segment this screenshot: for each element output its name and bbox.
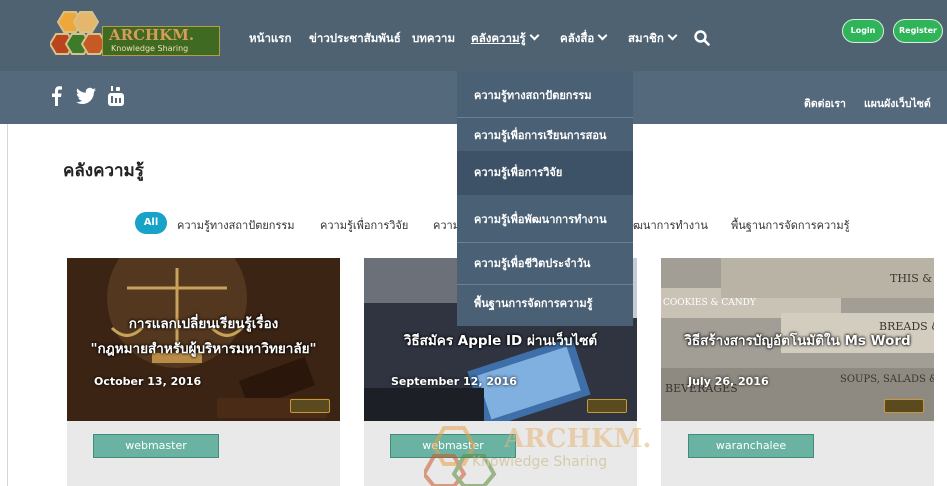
author-tag[interactable]: webmaster [93,434,219,458]
article-card[interactable]: การแลกเปลี่ยนเรียนรู้เรื่อง "กฎหมายสำหรั… [67,258,340,421]
card-date: October 13, 2016 [94,375,202,388]
contact-link[interactable]: ติดต่อเรา [804,95,846,112]
article-card[interactable]: THIS & T COOKIES & CANDY BREADS & BEVERA… [661,258,934,421]
chevron-down-icon [529,30,540,41]
archkm-watermark: ARCHKM. Knowledge Sharing [424,418,651,486]
nav-news[interactable]: ข่าวประชาสัมพันธ์ [309,30,401,48]
dropdown-item-architecture[interactable]: ความรู้ทางสถาปัตยกรรม [457,75,633,117]
logo-title: ARCHKM. [109,26,195,44]
top-navbar: ARCHKM. Knowledge Sharing หน้าแรก ข่าวปร… [0,0,947,71]
folder-label: COOKIES & CANDY [663,298,756,308]
filter-research[interactable]: ความรู้เพื่อการวิจัย [320,216,408,234]
sitemap-link[interactable]: แผนผังเว็บไซต์ [864,95,931,112]
nav-members-label: สมาชิก [628,31,664,45]
dropdown-item-work-development[interactable]: ความรู้เพื่อพัฒนาการทำงาน [457,199,633,241]
dropdown-item-daily-life[interactable]: ความรู้เพื่อชีวิตประจำวัน [457,243,633,285]
register-button[interactable]: Register [893,19,943,43]
nav-media[interactable]: คลังสื่อ [560,30,608,48]
folder-label: SOUPS, SALADS & [840,374,934,385]
nav-members[interactable]: สมาชิก [628,30,678,48]
filter-all-button[interactable]: All [135,212,167,234]
filter-work-development[interactable]: ฒนาการทำงาน [633,216,708,234]
logo-tagline: Knowledge Sharing [111,44,189,53]
card-title: การแลกเปลี่ยนเรียนรู้เรื่อง [128,316,279,332]
knowledge-base-dropdown: ความรู้ทางสถาปัตยกรรม ความรู้เพื่อการเรี… [457,71,633,326]
search-icon[interactable] [694,30,710,46]
filter-km-basics[interactable]: พื้นฐานการจัดการความรู้ [731,216,850,234]
login-button[interactable]: Login [842,19,884,43]
archkm-badge-icon [884,399,924,413]
folder-label: THIS & T [890,272,934,285]
page-title: คลังความรู้ [63,161,144,181]
card-title-line2: "กฎหมายสำหรับผู้บริหารมหาวิทยาลัย" [90,341,317,357]
author-tag[interactable]: waranchalee [688,434,814,458]
nav-home[interactable]: หน้าแรก [249,30,291,48]
watermark-title: ARCHKM. [504,424,652,454]
chevron-down-icon [667,30,678,41]
page-divider [7,124,8,486]
logo-wordmark: ARCHKM. Knowledge Sharing [102,26,220,56]
nav-articles[interactable]: บทความ [412,30,455,48]
nav-knowledge-base-label: คลังความรู้ [471,31,526,45]
dropdown-item-research[interactable]: ความรู้เพื่อการวิจัย [457,151,633,195]
archkm-badge-icon [587,399,627,413]
filter-architecture[interactable]: ความรู้ทางสถาปัตยกรรม [177,216,295,234]
card-title: วิธีสมัคร Apple ID ผ่านเว็บไซต์ [403,333,598,349]
filter-partial[interactable]: ความ [433,216,460,234]
youtube-icon[interactable] [108,86,124,106]
nav-knowledge-base[interactable]: คลังความรู้ [471,30,540,48]
card-date: July 26, 2016 [688,375,769,388]
site-logo[interactable]: ARCHKM. Knowledge Sharing [50,10,222,58]
watermark-tagline: Knowledge Sharing [472,454,608,470]
facebook-icon[interactable] [50,86,62,106]
logo-hexagon-icon [50,11,108,55]
twitter-icon[interactable] [76,86,96,106]
card-title: วิธีสร้างสารบัญอัตโนมัติใน Ms Word [684,333,911,349]
dropdown-item-km-basics[interactable]: พื้นฐานการจัดการความรู้ [457,283,633,325]
chevron-down-icon [597,30,608,41]
archkm-badge-icon [290,399,330,413]
card-date: September 12, 2016 [391,375,517,388]
nav-media-label: คลังสื่อ [560,31,595,45]
